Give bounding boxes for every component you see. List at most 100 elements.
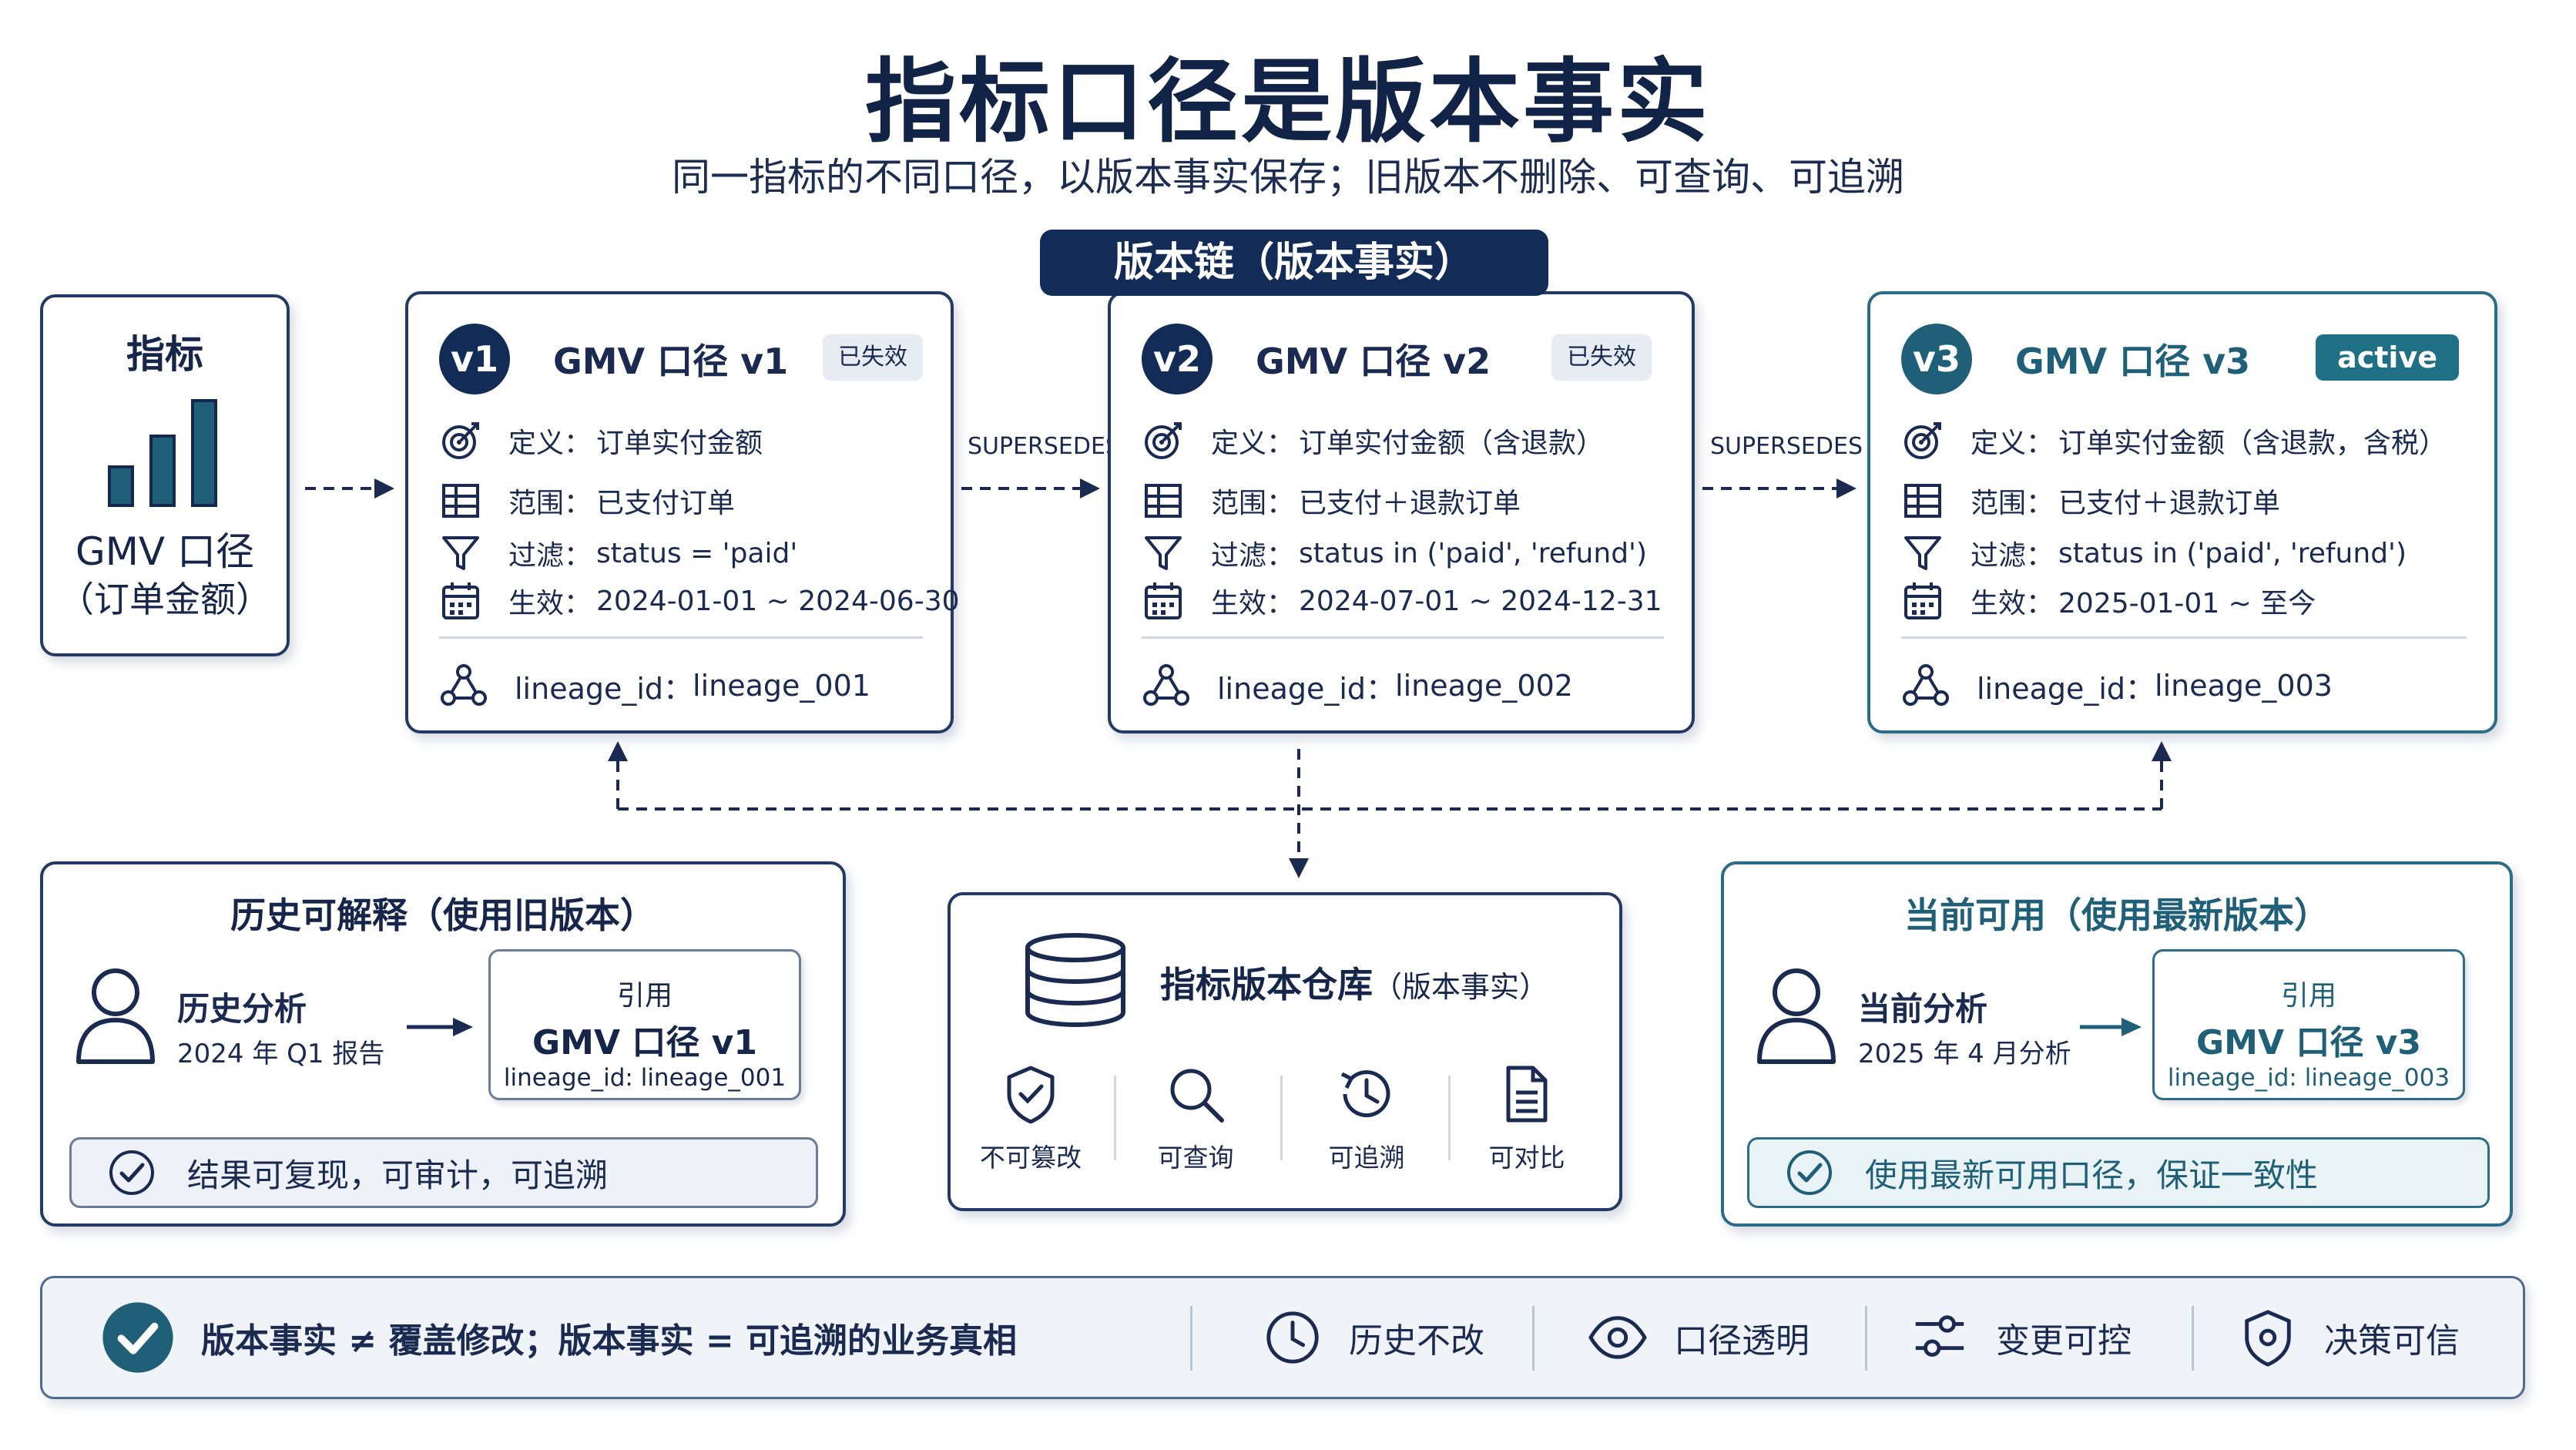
lineage-value: lineage_003 xyxy=(2155,669,2333,703)
definition-label: 定义： xyxy=(508,428,592,459)
footer-separator xyxy=(1865,1306,1867,1371)
reference-lineage: lineage_id: lineage_001 xyxy=(503,1064,787,1092)
effective-value: 2025-01-01 ~ 至今 xyxy=(2058,588,2316,619)
definition-value: 订单实付金额 xyxy=(596,428,763,459)
card-divider xyxy=(439,636,923,639)
table-icon xyxy=(1904,484,1941,518)
database-icon xyxy=(1025,933,1125,1028)
filter-icon xyxy=(1904,536,1941,570)
lineage-value: lineage_001 xyxy=(693,669,870,703)
sliders-icon xyxy=(1915,1315,1964,1357)
filter-icon xyxy=(442,536,479,570)
calendar-icon xyxy=(1145,582,1182,619)
feature-separator xyxy=(1114,1076,1116,1160)
effective-value: 2024-07-01 ~ 2024-12-31 xyxy=(1299,585,1662,617)
lineage-label: lineage_id： xyxy=(1217,671,1396,706)
footer-item-trusted: 决策可信 xyxy=(2238,1278,2460,1397)
scope-row: 范围： 已支付订单 xyxy=(439,478,735,524)
calendar-icon xyxy=(1904,582,1941,619)
feature-comparable: 可对比 xyxy=(1457,1063,1596,1174)
supersedes-label-1: SUPERSEDES xyxy=(968,433,1120,460)
document-icon xyxy=(1506,1066,1548,1123)
footer-item-label: 决策可信 xyxy=(2324,1321,2460,1361)
footer-item-history: 历史不改 xyxy=(1263,1278,1484,1397)
reference-box[interactable]: 引用 GMV 口径 v3 lineage_id: lineage_003 xyxy=(2152,949,2465,1100)
version-name: GMV 口径 v1 xyxy=(553,341,789,382)
scope-label: 范围： xyxy=(1971,488,2054,519)
footer-statement: 版本事实 ≠ 覆盖修改；版本事实 = 可追溯的业务真相 xyxy=(101,1278,1017,1397)
definition-value: 订单实付金额（含退款，含税） xyxy=(2058,428,2447,459)
reference-name: GMV 口径 v1 xyxy=(532,1023,757,1062)
version-card-v3[interactable]: v3 GMV 口径 v3 active 定义： 订单实付金额（含退款，含税） 范围… xyxy=(1867,291,2497,733)
footer-item-label: 历史不改 xyxy=(1349,1321,1484,1361)
metric-name: GMV 口径 xyxy=(75,529,254,574)
scope-value: 已支付订单 xyxy=(596,488,736,519)
analysis-title: 当前分析 xyxy=(1858,990,1988,1028)
lineage-icon xyxy=(1143,664,1189,706)
definition-row: 定义： 订单实付金额（含退款） xyxy=(1142,418,1604,464)
reference-name: GMV 口径 v3 xyxy=(2196,1023,2421,1062)
lineage-icon xyxy=(1903,664,1949,706)
shield-check-icon xyxy=(1007,1066,1055,1124)
lineage-label: lineage_id： xyxy=(515,671,693,706)
version-name: GMV 口径 v3 xyxy=(2015,341,2251,382)
arrow-right-icon xyxy=(2080,1018,2142,1036)
definition-label: 定义： xyxy=(1211,428,1295,459)
metric-card: 指标 GMV 口径 （订单金额） xyxy=(40,294,290,656)
check-circle-icon xyxy=(1787,1150,1832,1195)
feature-traceable: 可追溯 xyxy=(1297,1063,1436,1174)
table-icon xyxy=(442,484,479,518)
lineage-row: lineage_id： lineage_003 xyxy=(1901,661,2333,710)
effective-label: 生效： xyxy=(508,588,592,619)
filter-row: 过滤： status in ('paid', 'refund') xyxy=(1142,530,1647,576)
version-badge: v1 xyxy=(439,324,510,394)
search-icon xyxy=(1170,1069,1224,1123)
result-text: 结果可复现，可审计，可追溯 xyxy=(187,1156,609,1194)
lineage-value: lineage_002 xyxy=(1395,669,1573,703)
lineage-icon xyxy=(441,664,487,706)
result-bar: 使用最新可用口径，保证一致性 xyxy=(1747,1137,2490,1208)
reference-box[interactable]: 引用 GMV 口径 v1 lineage_id: lineage_001 xyxy=(488,949,801,1100)
scope-label: 范围： xyxy=(1211,488,1295,519)
metric-heading: 指标 xyxy=(126,332,203,377)
filter-label: 过滤： xyxy=(508,540,592,572)
feature-separator xyxy=(1448,1076,1451,1160)
effective-label: 生效： xyxy=(1211,588,1295,619)
effective-row: 生效： 2025-01-01 ~ 至今 xyxy=(1901,578,2316,624)
version-chain-banner: 版本链（版本事实） xyxy=(1040,230,1548,296)
check-circle-icon xyxy=(109,1150,154,1195)
reference-label: 引用 xyxy=(616,980,673,1012)
scope-row: 范围： 已支付＋退款订单 xyxy=(1901,478,2280,524)
footer-separator xyxy=(1190,1306,1192,1371)
version-name: GMV 口径 v2 xyxy=(1256,341,1491,382)
footer-statement-text: 版本事实 ≠ 覆盖修改；版本事实 = 可追溯的业务真相 xyxy=(201,1321,1018,1361)
footer-bar: 版本事实 ≠ 覆盖修改；版本事实 = 可追溯的业务真相 历史不改 口径透明 变更… xyxy=(40,1276,2525,1399)
check-circle-filled-icon xyxy=(102,1302,173,1373)
effective-label: 生效： xyxy=(1971,588,2054,619)
person-icon xyxy=(76,968,155,1064)
feature-label: 可追溯 xyxy=(1328,1143,1405,1173)
definition-value: 订单实付金额（含退款） xyxy=(1299,428,1605,459)
effective-row: 生效： 2024-07-01 ~ 2024-12-31 xyxy=(1142,578,1662,624)
target-icon xyxy=(1904,422,1941,459)
result-text: 使用最新可用口径，保证一致性 xyxy=(1865,1156,2319,1194)
target-icon xyxy=(1145,422,1182,459)
history-clock-icon xyxy=(1340,1070,1390,1118)
filter-icon xyxy=(1145,536,1182,570)
arrow-right-icon xyxy=(407,1018,473,1036)
version-badge: v3 xyxy=(1901,324,1972,394)
feature-label: 不可篡改 xyxy=(980,1143,1082,1173)
supersedes-label-2: SUPERSEDES xyxy=(1710,433,1863,460)
table-icon xyxy=(1145,484,1182,518)
feature-immutable: 不可篡改 xyxy=(961,1063,1100,1174)
footer-item-label: 变更可控 xyxy=(1996,1321,2132,1361)
version-card-v1[interactable]: v1 GMV 口径 v1 已失效 定义： 订单实付金额 范围： 已支付订单 过滤： s… xyxy=(405,291,960,733)
filter-value: status in ('paid', 'refund') xyxy=(1299,537,1647,569)
repository-title-paren: （版本事实） xyxy=(1373,970,1549,1004)
bar-chart-icon xyxy=(108,399,217,507)
feature-label: 可查询 xyxy=(1157,1143,1234,1173)
eye-icon xyxy=(1588,1316,1647,1359)
feature-separator xyxy=(1280,1076,1283,1160)
version-card-v2[interactable]: v2 GMV 口径 v2 已失效 定义： 订单实付金额（含退款） 范围： 已支付＋退… xyxy=(1108,291,1695,733)
definition-label: 定义： xyxy=(1971,428,2054,459)
